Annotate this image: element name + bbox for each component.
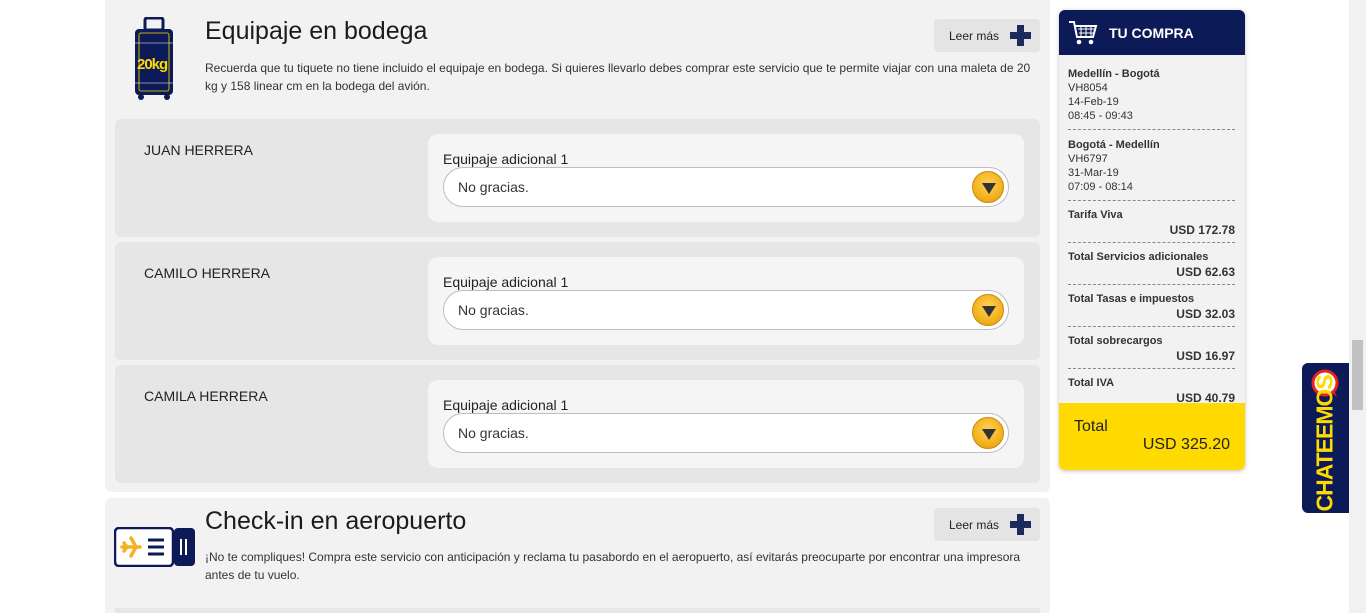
baggage-select[interactable]: No gracias. bbox=[443, 290, 1009, 330]
page: 20kg Equipaje en bodega Recuerda que tu … bbox=[0, 0, 1366, 613]
baggage-title: Equipaje en bodega bbox=[205, 17, 428, 45]
chevron-down-icon[interactable] bbox=[972, 417, 1004, 449]
read-more-label: Leer más bbox=[949, 28, 1000, 43]
field-label: Equipaje adicional 1 bbox=[443, 151, 569, 167]
cost-label: Total IVA bbox=[1068, 377, 1115, 389]
passenger-row: JUAN HERRERA Equipaje adicional 1 No gra… bbox=[115, 119, 1040, 237]
passenger-row: CAMILO HERRERA Equipaje adicional 1 No g… bbox=[115, 242, 1040, 360]
segment-flight: VH8054 bbox=[1068, 82, 1108, 94]
segment-date: 31-Mar-19 bbox=[1068, 167, 1119, 179]
chat-widget-button[interactable]: CHATEEMOS bbox=[1302, 363, 1349, 513]
segment-route: Bogotá - Medellín bbox=[1068, 139, 1160, 151]
read-more-label: Leer más bbox=[949, 517, 1000, 532]
passenger-name: JUAN HERRERA bbox=[144, 142, 253, 158]
baggage-read-more-button[interactable]: Leer más bbox=[934, 19, 1040, 52]
baggage-description: Recuerda que tu tiquete no tiene incluid… bbox=[205, 61, 1031, 93]
field-label: Equipaje adicional 1 bbox=[443, 397, 569, 413]
passenger-row: CAMILA HERRERA Equipaje adicional 1 No g… bbox=[115, 365, 1040, 483]
flight-segment: Medellín - Bogotá VH8054 14-Feb-19 08:45… bbox=[1068, 55, 1235, 130]
baggage-select[interactable]: No gracias. bbox=[443, 413, 1009, 453]
cart-header: TU COMPRA bbox=[1059, 10, 1245, 55]
checkin-title: Check-in en aeropuerto bbox=[205, 507, 467, 535]
segment-time: 08:45 - 09:43 bbox=[1068, 110, 1133, 122]
cost-label: Total Servicios adicionales bbox=[1068, 251, 1209, 263]
baggage-option-box: Equipaje adicional 1 No gracias. bbox=[428, 257, 1024, 345]
cost-amount: USD 172.78 bbox=[1169, 223, 1235, 237]
plus-icon bbox=[1010, 514, 1031, 535]
divider bbox=[115, 608, 1040, 613]
purchase-summary: TU COMPRA Medellín - Bogotá VH8054 14-Fe… bbox=[1059, 10, 1245, 470]
select-value: No gracias. bbox=[458, 302, 529, 318]
checkin-read-more-button[interactable]: Leer más bbox=[934, 508, 1040, 541]
cart-body: Medellín - Bogotá VH8054 14-Feb-19 08:45… bbox=[1068, 55, 1235, 411]
checkin-description: ¡No te compliques! Compra este servicio … bbox=[205, 550, 1021, 582]
cost-line: Tarifa Viva USD 172.78 bbox=[1068, 201, 1235, 243]
flight-segment: Bogotá - Medellín VH6797 31-Mar-19 07:09… bbox=[1068, 130, 1235, 201]
cost-amount: USD 62.63 bbox=[1176, 265, 1235, 279]
cart-icon bbox=[1069, 21, 1098, 45]
segment-date: 14-Feb-19 bbox=[1068, 96, 1119, 108]
chevron-down-icon[interactable] bbox=[972, 171, 1004, 203]
select-value: No gracias. bbox=[458, 425, 529, 441]
cart-total: Total USD 325.20 bbox=[1059, 403, 1245, 470]
plus-icon bbox=[1010, 25, 1031, 46]
select-value: No gracias. bbox=[458, 179, 529, 195]
scrollbar[interactable] bbox=[1349, 0, 1366, 613]
chevron-down-icon[interactable] bbox=[972, 294, 1004, 326]
cart-title: TU COMPRA bbox=[1109, 25, 1194, 41]
cost-label: Tarifa Viva bbox=[1068, 209, 1123, 221]
suitcase-weight-label: 20kg bbox=[137, 56, 168, 73]
cost-label: Total Tasas e impuestos bbox=[1068, 293, 1195, 305]
passenger-name: CAMILA HERRERA bbox=[144, 388, 268, 404]
cost-line: Total Tasas e impuestos USD 32.03 bbox=[1068, 285, 1235, 327]
total-label: Total bbox=[1074, 418, 1108, 435]
cost-line: Total Servicios adicionales USD 62.63 bbox=[1068, 243, 1235, 285]
field-label: Equipaje adicional 1 bbox=[443, 274, 569, 290]
baggage-option-box: Equipaje adicional 1 No gracias. bbox=[428, 134, 1024, 222]
cost-amount: USD 32.03 bbox=[1176, 307, 1235, 321]
cost-amount: USD 16.97 bbox=[1176, 349, 1235, 363]
baggage-option-box: Equipaje adicional 1 No gracias. bbox=[428, 380, 1024, 468]
baggage-select[interactable]: No gracias. bbox=[443, 167, 1009, 207]
segment-route: Medellín - Bogotá bbox=[1068, 68, 1160, 80]
scrollbar-thumb[interactable] bbox=[1352, 340, 1363, 410]
passenger-name: CAMILO HERRERA bbox=[144, 265, 271, 281]
cost-label: Total sobrecargos bbox=[1068, 335, 1163, 347]
total-amount: USD 325.20 bbox=[1142, 436, 1230, 453]
boarding-pass-icon bbox=[114, 527, 195, 567]
segment-time: 07:09 - 08:14 bbox=[1068, 181, 1133, 193]
cost-line: Total sobrecargos USD 16.97 bbox=[1068, 327, 1235, 369]
chat-label: CHATEEMOS bbox=[1311, 375, 1338, 512]
segment-flight: VH6797 bbox=[1068, 153, 1108, 165]
